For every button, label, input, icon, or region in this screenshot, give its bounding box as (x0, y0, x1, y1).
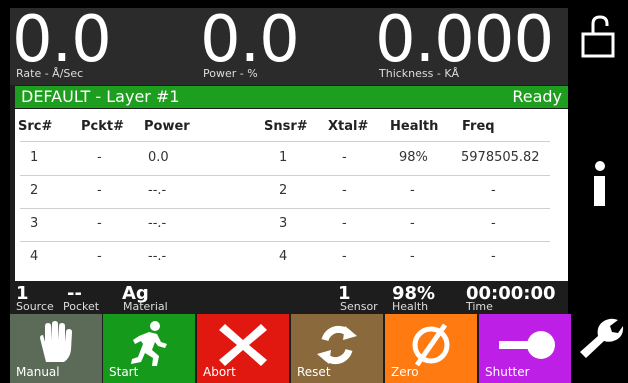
thickness-label: Thickness - KÅ (379, 67, 460, 80)
start-button[interactable]: Start (103, 314, 195, 383)
lock-icon[interactable] (579, 14, 619, 60)
power-label: Power - % (203, 67, 258, 80)
cell-power: 0.0 (148, 150, 169, 165)
cell-power: --.- (148, 183, 167, 198)
cell-health: - (410, 183, 415, 198)
thickness-readout: 0.000 Thickness - KÅ (375, 3, 565, 85)
power-readout: 0.0 Power - % (200, 3, 370, 85)
reset-button[interactable]: Reset (291, 314, 383, 383)
cell-xtal: - (342, 216, 347, 231)
shutter-button-label: Shutter (485, 365, 530, 379)
cell-health: - (410, 249, 415, 264)
info-icon[interactable] (590, 160, 610, 208)
header-snsr: Snsr# (264, 119, 308, 134)
cell-power: --.- (148, 249, 167, 264)
main-panel: 0.0 Rate - Å/Sec 0.0 Power - % 0.000 Thi… (10, 3, 571, 383)
table-row[interactable]: 4 - --.- 4 - - - (15, 241, 568, 274)
cell-health: - (410, 216, 415, 231)
cell-pckt: - (97, 216, 102, 231)
cell-freq: - (491, 249, 496, 264)
cell-snsr: 1 (279, 150, 288, 165)
hand-icon (40, 321, 72, 362)
cell-pckt: - (97, 249, 102, 264)
zero-button-label: Zero (391, 365, 419, 379)
side-toolbar (572, 0, 628, 383)
cell-snsr: 4 (279, 249, 288, 264)
start-button-label: Start (109, 365, 139, 379)
x-icon (219, 324, 267, 366)
shutter-icon (499, 331, 555, 359)
zero-button[interactable]: Zero (385, 314, 477, 383)
table-row[interactable]: 1 - 0.0 1 - 98% 5978505.82 (15, 142, 568, 175)
cell-src: 2 (30, 183, 39, 198)
cell-freq: - (491, 216, 496, 231)
status-bar: 1 Source -- Pocket Ag Material 1 Sensor … (10, 283, 568, 313)
cell-freq: - (491, 183, 496, 198)
header-pckt: Pckt# (81, 119, 124, 134)
manual-button[interactable]: Manual (10, 314, 102, 383)
readout-bar: 0.0 Rate - Å/Sec 0.0 Power - % 0.000 Thi… (10, 3, 568, 85)
header-health: Health (390, 119, 439, 134)
time-label: Time (466, 300, 493, 313)
table-row[interactable]: 2 - --.- 2 - - - (15, 175, 568, 208)
cell-freq: 5978505.82 (461, 150, 540, 165)
process-state: Ready (512, 87, 562, 106)
manual-button-label: Manual (16, 365, 60, 379)
cell-power: --.- (148, 216, 167, 231)
layer-name: DEFAULT - Layer #1 (21, 87, 180, 106)
rate-readout: 0.0 Rate - Å/Sec (12, 3, 192, 85)
action-button-bar: Manual Start Abort Reset Zero Shutter (10, 314, 571, 383)
cell-xtal: - (342, 183, 347, 198)
cell-src: 4 (30, 249, 39, 264)
cell-xtal: - (342, 249, 347, 264)
source-label: Source (16, 300, 54, 313)
empty-set-icon (412, 323, 450, 367)
sensor-label: Sensor (340, 300, 378, 313)
cell-snsr: 3 (279, 216, 288, 231)
health-label: Health (392, 300, 429, 313)
header-power: Power (144, 119, 190, 134)
pocket-label: Pocket (63, 300, 100, 313)
material-label: Material (123, 300, 168, 313)
header-src: Src# (18, 119, 53, 134)
refresh-icon (317, 325, 357, 365)
header-freq: Freq (462, 119, 495, 134)
abort-button[interactable]: Abort (197, 314, 289, 383)
cell-src: 1 (30, 150, 39, 165)
wrench-icon[interactable] (576, 316, 624, 360)
cell-health: 98% (399, 150, 428, 165)
running-man-icon (131, 321, 167, 366)
cell-pckt: - (97, 150, 102, 165)
cell-snsr: 2 (279, 183, 288, 198)
rate-label: Rate - Å/Sec (16, 67, 84, 80)
reset-button-label: Reset (297, 365, 331, 379)
cell-src: 3 (30, 216, 39, 231)
layer-banner: DEFAULT - Layer #1 Ready (15, 86, 568, 108)
cell-pckt: - (97, 183, 102, 198)
table-row[interactable]: 3 - --.- 3 - - - (15, 208, 568, 241)
abort-button-label: Abort (203, 365, 236, 379)
shutter-button[interactable]: Shutter (479, 314, 571, 383)
header-xtal: Xtal# (328, 119, 369, 134)
cell-xtal: - (342, 150, 347, 165)
source-sensor-table: Src# Pckt# Power Snsr# Xtal# Health Freq… (15, 109, 568, 281)
